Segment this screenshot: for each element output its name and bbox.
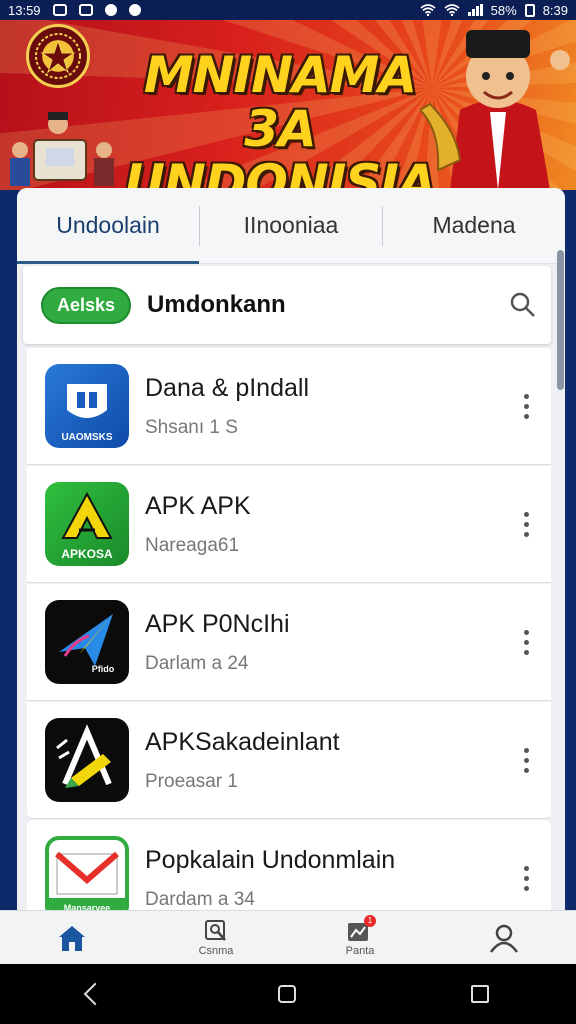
banner-title-line2: UNDONISIA bbox=[124, 154, 436, 190]
list-item-text: Popkalain Undonmlain Dardam a 34 bbox=[145, 846, 511, 911]
signal-icon bbox=[467, 4, 483, 16]
banner-title-line1: MNINAMA 3A bbox=[143, 46, 417, 158]
nav-profile[interactable] bbox=[432, 911, 576, 964]
category-pill[interactable]: Aelsks bbox=[41, 286, 132, 324]
list-item[interactable]: APKOSA APK APK Nareaga61 bbox=[27, 466, 551, 583]
nav-label: Csnma bbox=[198, 944, 234, 957]
people-illustration bbox=[10, 112, 114, 186]
bottom-navigation: Csnma 1 Panta bbox=[0, 910, 576, 964]
list-item[interactable]: UAOMSKS Dana & pIndall Shsanı 1 S bbox=[27, 348, 551, 465]
chart-badge-icon: 1 bbox=[346, 914, 376, 943]
garuda-seal-logo bbox=[26, 24, 90, 88]
scrollbar[interactable] bbox=[557, 250, 564, 390]
tab-madena[interactable]: Madena bbox=[383, 188, 565, 263]
app-name: Dana & pIndall bbox=[145, 373, 310, 402]
more-options-icon[interactable] bbox=[511, 386, 541, 426]
list-item[interactable]: Pfido APK P0NcIhi Darlam a 24 bbox=[27, 584, 551, 701]
app-icon-label: APKOSA bbox=[61, 547, 113, 561]
list-item-text: APKSakadeinlant Proeasar 1 bbox=[145, 728, 511, 793]
search-title: Umdonkann bbox=[147, 291, 286, 318]
app-icon-label: Pfido bbox=[92, 664, 115, 674]
status-bar: 13:59 58% 8:39 bbox=[0, 0, 576, 20]
wifi-icon bbox=[420, 4, 436, 16]
list-item-text: APK APK Nareaga61 bbox=[145, 492, 511, 557]
paper-plane-icon: Pfido bbox=[45, 600, 129, 684]
banner-title: MNINAMA 3A UNDONISIA bbox=[100, 48, 460, 190]
status-clock: 8:39 bbox=[542, 2, 568, 18]
home-button-icon[interactable] bbox=[277, 985, 296, 1003]
app-name: APK APK bbox=[145, 491, 251, 520]
list-item-text: Dana & pIndall Shsanı 1 S bbox=[145, 374, 511, 439]
wifi-strong-icon bbox=[444, 4, 460, 16]
profile-icon bbox=[489, 924, 519, 953]
more-options-icon[interactable] bbox=[511, 504, 541, 544]
back-icon[interactable] bbox=[84, 982, 107, 1006]
app-name: APK P0NcIhi bbox=[145, 609, 290, 638]
content-card: Undoolain IInooniaa Madena Aelsks Umdonk… bbox=[17, 188, 565, 918]
nav-label: Panta bbox=[345, 944, 375, 957]
list-item-text: APK P0NcIhi Darlam a 24 bbox=[145, 610, 511, 675]
app-subtitle: Shsanı 1 S bbox=[145, 416, 238, 438]
app-subtitle: Proeasar 1 bbox=[145, 770, 238, 792]
more-options-icon[interactable] bbox=[511, 622, 541, 662]
recent-apps-icon[interactable] bbox=[470, 985, 489, 1003]
list-item[interactable]: APKSakadeinlant Proeasar 1 bbox=[27, 702, 551, 819]
nav-panta[interactable]: 1 Panta bbox=[288, 911, 432, 964]
status-time: 13:59 bbox=[8, 2, 41, 18]
search-icon[interactable] bbox=[509, 291, 537, 319]
mail-icon: Mansaryee bbox=[45, 836, 129, 918]
promo-banner[interactable]: MNINAMA 3A UNDONISIA bbox=[0, 20, 576, 190]
shield-app-icon: UAOMSKS bbox=[45, 364, 129, 448]
app-name: APKSakadeinlant bbox=[145, 727, 340, 756]
home-icon bbox=[59, 925, 85, 951]
app-icon-label: UAOMSKS bbox=[61, 432, 112, 443]
tab-bar: Undoolain IInooniaa Madena bbox=[17, 188, 565, 264]
gallery-icon bbox=[52, 4, 67, 16]
triangle-a-icon: APKOSA bbox=[45, 482, 129, 566]
nav-home[interactable] bbox=[0, 911, 144, 964]
nav-csnma[interactable]: Csnma bbox=[144, 911, 288, 964]
mascot-illustration bbox=[420, 30, 570, 190]
sync-icon bbox=[128, 4, 141, 16]
message-icon bbox=[78, 4, 93, 16]
notification-icon bbox=[104, 4, 117, 16]
app-subtitle: Nareaga61 bbox=[145, 534, 240, 556]
list-item[interactable]: Mansaryee Popkalain Undonmlain Dardam a … bbox=[27, 820, 551, 918]
more-options-icon[interactable] bbox=[511, 740, 541, 780]
more-options-icon[interactable] bbox=[511, 858, 541, 898]
search-bar[interactable]: Aelsks Umdonkann bbox=[23, 266, 551, 344]
app-subtitle: Darlam a 24 bbox=[145, 652, 249, 674]
system-navigation-bar bbox=[0, 964, 576, 1024]
app-subtitle: Dardam a 34 bbox=[145, 888, 255, 910]
battery-percent: 58% bbox=[490, 2, 517, 18]
app-name: Popkalain Undonmlain bbox=[145, 845, 396, 874]
pencil-a-icon bbox=[45, 718, 129, 802]
tab-iinooniaa[interactable]: IInooniaa bbox=[200, 188, 382, 263]
notification-badge: 1 bbox=[364, 914, 376, 927]
battery-icon bbox=[524, 3, 535, 17]
search-doc-icon bbox=[205, 919, 226, 941]
tab-undoolain[interactable]: Undoolain bbox=[17, 188, 199, 264]
